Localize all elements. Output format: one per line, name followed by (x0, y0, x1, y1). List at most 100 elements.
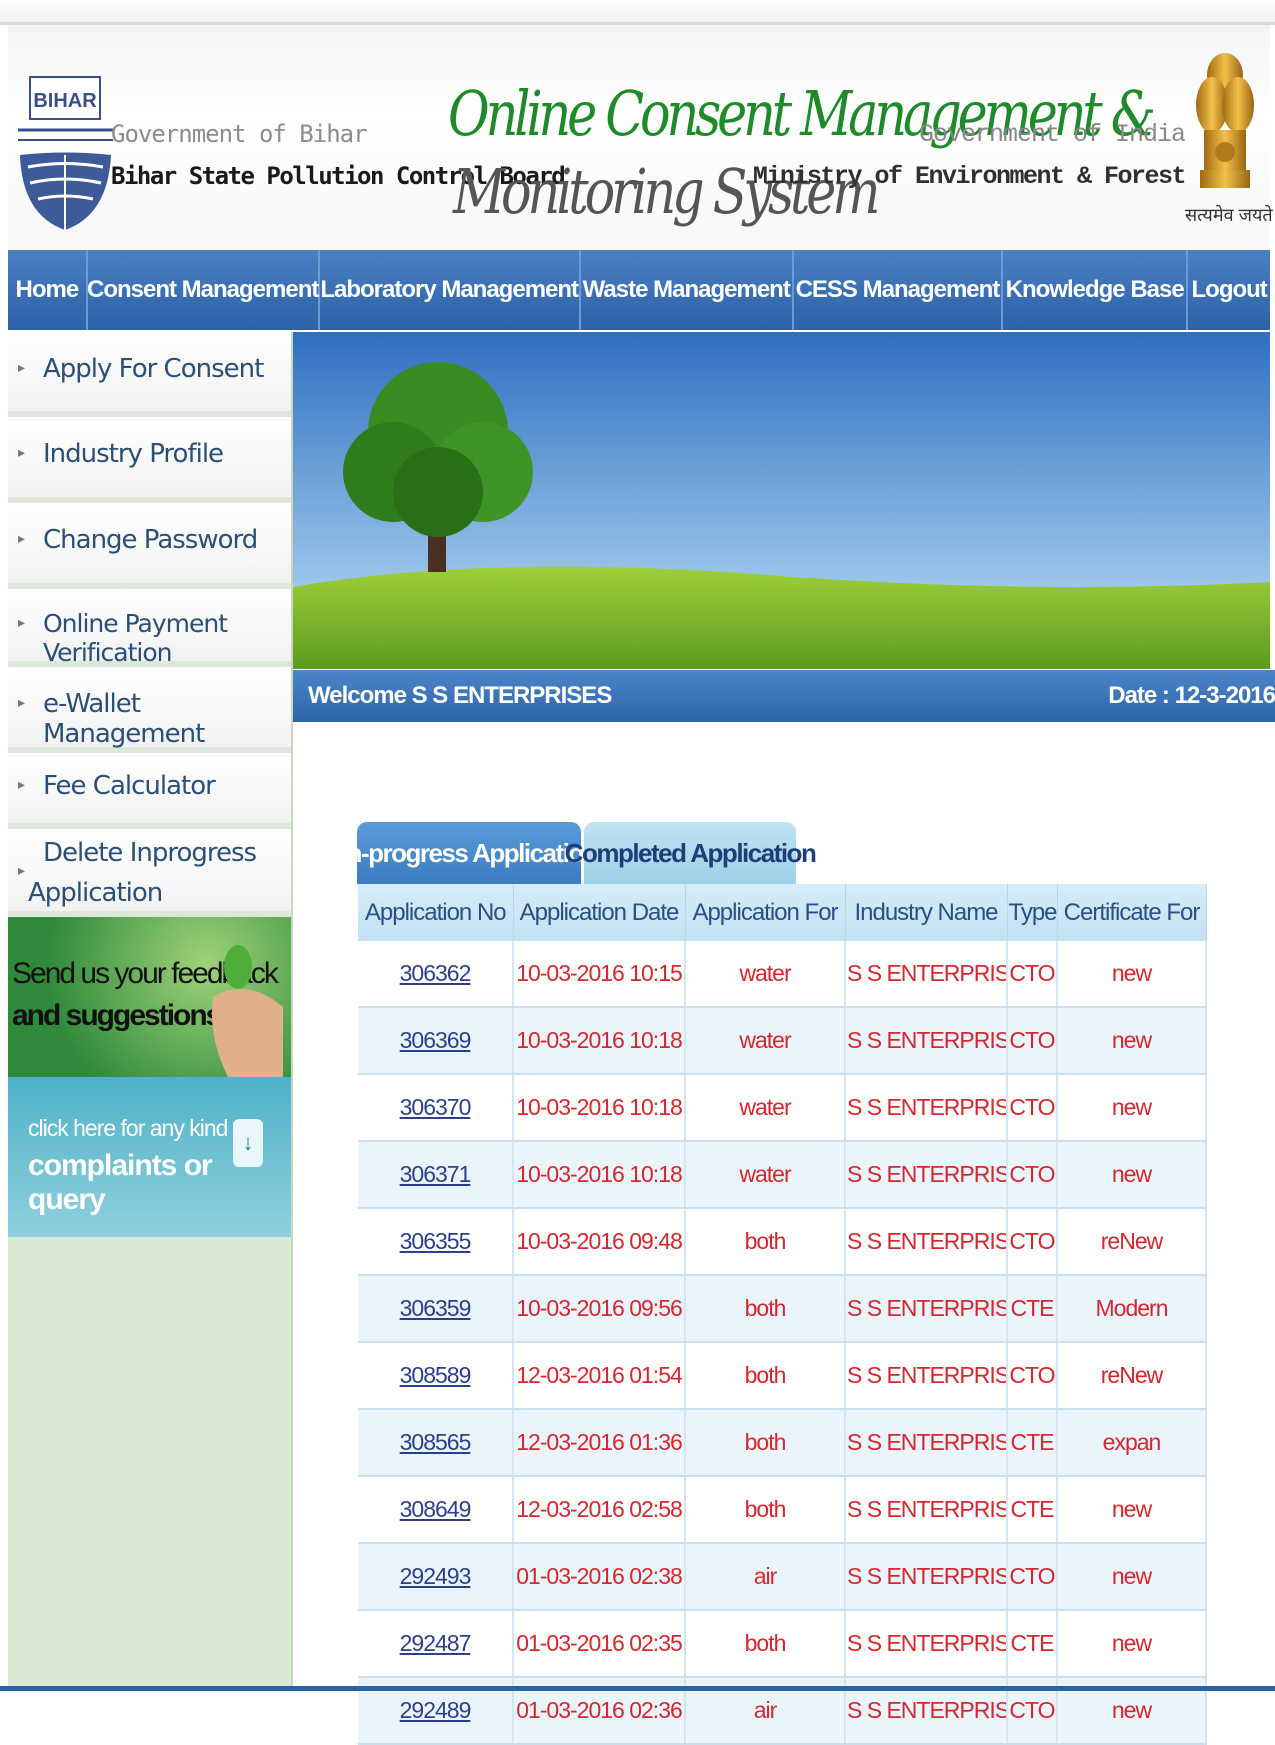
table-row: 308589 12-03-2016 01:54 both S S ENTERPR… (358, 1342, 1207, 1410)
feedback-banner[interactable]: Send us your feedback and suggestions (8, 917, 291, 1077)
banner-image (293, 332, 1270, 669)
current-date: Date : 12-3-2016 (1108, 682, 1275, 709)
sidebar-item-label: Online Payment Verification (43, 609, 228, 667)
complaints-banner[interactable]: click here for any kind complaints or qu… (8, 1077, 291, 1237)
welcome-bar: Welcome S S ENTERPRISES Date : 12-3-2016 (293, 670, 1275, 722)
bullet-arrow-icon: ▸ (18, 777, 25, 793)
application-no-link[interactable]: 306355 (358, 1208, 514, 1276)
table-row: 306371 10-03-2016 10:18 water S S ENTERP… (358, 1141, 1207, 1209)
application-no-link[interactable]: 308565 (358, 1409, 514, 1477)
application-no-link[interactable]: 308589 (358, 1342, 514, 1410)
application-for: water (685, 1074, 846, 1142)
bullet-arrow-icon: ▸ (18, 615, 25, 631)
application-for: both (685, 1342, 846, 1410)
main-nav: Home Consent Management Laboratory Manag… (8, 250, 1270, 330)
table-row: 292487 01-03-2016 02:35 both S S ENTERPR… (358, 1610, 1207, 1678)
application-for: both (685, 1208, 846, 1276)
application-no-link[interactable]: 308649 (358, 1476, 514, 1544)
gov-bihar-label: Government of Bihar (111, 120, 368, 148)
hands-icon (212, 945, 283, 1077)
applications-table: Application No Application Date Applicat… (358, 884, 1207, 1745)
certificate-for: new (1057, 1543, 1207, 1611)
certificate-for: new (1057, 1476, 1207, 1544)
nav-waste-management[interactable]: Waste Management (581, 250, 794, 330)
site-header: BIHAR Government of Bihar Bihar State Po… (8, 25, 1270, 250)
application-date: 12-03-2016 01:54 (513, 1342, 686, 1410)
header-industry-name: Industry Name (845, 884, 1008, 941)
application-no-link[interactable]: 306359 (358, 1275, 514, 1343)
nav-home[interactable]: Home (8, 250, 88, 330)
application-date: 12-03-2016 02:58 (513, 1476, 686, 1544)
application-date: 10-03-2016 10:18 (513, 1007, 686, 1075)
application-no-link[interactable]: 292493 (358, 1543, 514, 1611)
sidebar-item-change-password[interactable]: ▸ Change Password (8, 503, 291, 589)
consent-type: CTO (1007, 1141, 1058, 1209)
bullet-arrow-icon: ▸ (18, 863, 25, 879)
header-application-no: Application No (358, 884, 514, 941)
sidebar-item-fee-calculator[interactable]: ▸ Fee Calculator (8, 753, 291, 829)
table-row: 306359 10-03-2016 09:56 both S S ENTERPR… (358, 1275, 1207, 1343)
industry-name: S S ENTERPRISES (845, 1409, 1008, 1477)
feedback-line2: and suggestions (12, 999, 222, 1032)
header-type: Type (1007, 884, 1058, 941)
industry-name: S S ENTERPRISES (845, 1275, 1008, 1343)
nav-cess-management[interactable]: CESS Management (794, 250, 1004, 330)
application-for: both (685, 1275, 846, 1343)
certificate-for: new (1057, 1141, 1207, 1209)
industry-name: S S ENTERPRISES (845, 1074, 1008, 1142)
ashoka-emblem-icon (1196, 53, 1254, 188)
arrow-down-icon: ↓ (233, 1119, 263, 1167)
application-date: 01-03-2016 02:38 (513, 1543, 686, 1611)
sidebar-item-label: Delete Inprogress Application (28, 838, 257, 908)
sidebar-item-online-payment-verification[interactable]: ▸ Online Payment Verification (8, 589, 291, 667)
application-date: 10-03-2016 10:18 (513, 1141, 686, 1209)
application-no-link[interactable]: 306370 (358, 1074, 514, 1142)
application-no-link[interactable]: 292487 (358, 1610, 514, 1678)
table-row: 292493 01-03-2016 02:38 air S S ENTERPRI… (358, 1543, 1207, 1611)
application-no-link[interactable]: 306371 (358, 1141, 514, 1209)
application-no-link[interactable]: 306362 (358, 941, 514, 1008)
sidebar-item-apply-for-consent[interactable]: ▸ Apply For Consent (8, 332, 291, 417)
industry-name: S S ENTERPRISES (845, 1208, 1008, 1276)
application-for: both (685, 1610, 846, 1678)
sidebar-item-industry-profile[interactable]: ▸ Industry Profile (8, 417, 291, 503)
header-certificate-for: Certificate For (1057, 884, 1207, 941)
nav-consent-management[interactable]: Consent Management (87, 250, 320, 330)
nav-laboratory-management[interactable]: Laboratory Management (320, 250, 581, 330)
nav-knowledge-base[interactable]: Knowledge Base (1003, 250, 1189, 330)
complaints-line1: click here for any kind (28, 1115, 228, 1141)
certificate-for: new (1057, 1610, 1207, 1678)
consent-type: CTO (1007, 941, 1058, 1008)
header-application-for: Application For (685, 884, 846, 941)
sidebar-item-e-wallet-management[interactable]: ▸ e-Wallet Management (8, 667, 291, 753)
consent-type: CTE (1007, 1610, 1058, 1678)
application-date: 10-03-2016 09:48 (513, 1208, 686, 1276)
application-for: both (685, 1409, 846, 1477)
table-row: 308565 12-03-2016 01:36 both S S ENTERPR… (358, 1409, 1207, 1477)
table-row: 306369 10-03-2016 10:18 water S S ENTERP… (358, 1007, 1207, 1075)
certificate-for: new (1057, 1007, 1207, 1075)
ministry-label: Ministry of Environment & Forest (752, 162, 1187, 191)
certificate-for: reNew (1057, 1342, 1207, 1410)
certificate-for: Modern (1057, 1275, 1207, 1343)
tab-completed[interactable]: Completed Application (565, 822, 817, 884)
industry-name: S S ENTERPRISES (845, 1342, 1008, 1410)
industry-name: S S ENTERPRISES (845, 1007, 1008, 1075)
table-row: 306362 10-03-2016 10:15 water S S ENTERP… (358, 941, 1207, 1008)
certificate-for: new (1057, 1074, 1207, 1142)
application-for: water (685, 1141, 846, 1209)
certificate-for: reNew (1057, 1208, 1207, 1276)
tab-in-progress[interactable]: In-progress Application (341, 822, 599, 884)
consent-type: CTO (1007, 1208, 1058, 1276)
sidebar-item-delete-inprogress-application[interactable]: ▸ Delete Inprogress Application (8, 829, 291, 917)
application-no-link[interactable]: 306369 (358, 1007, 514, 1075)
table-row: 306370 10-03-2016 10:18 water S S ENTERP… (358, 1074, 1207, 1142)
certificate-for: expan (1057, 1409, 1207, 1477)
gov-india-label: Government of India (918, 120, 1186, 149)
nav-logout[interactable]: Logout (1188, 250, 1270, 330)
consent-type: CTO (1007, 1342, 1058, 1410)
bullet-arrow-icon: ▸ (18, 360, 25, 376)
table-row: 308649 12-03-2016 02:58 both S S ENTERPR… (358, 1476, 1207, 1544)
consent-type: CTE (1007, 1275, 1058, 1343)
sidebar-item-label: e-Wallet Management (43, 689, 205, 749)
